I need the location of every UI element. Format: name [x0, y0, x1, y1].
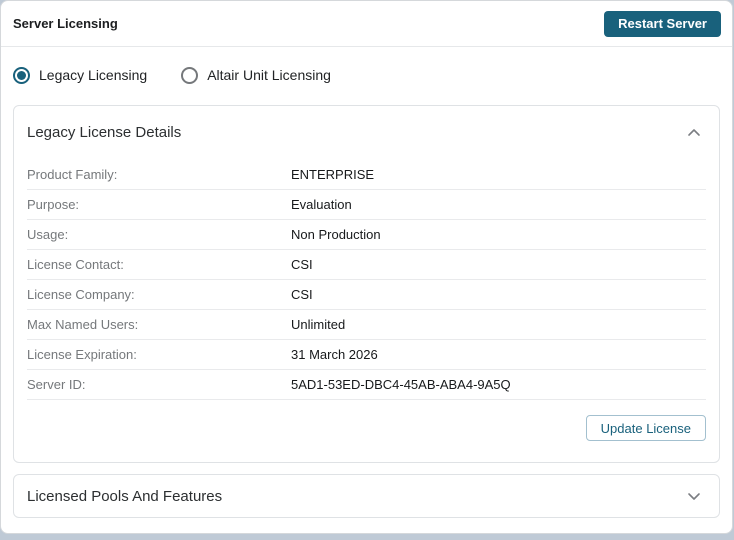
legacy-license-details-header[interactable]: Legacy License Details	[14, 106, 719, 158]
table-row: License Contact: CSI	[27, 250, 706, 280]
table-row: Max Named Users: Unlimited	[27, 310, 706, 340]
row-value: 5AD1-53ED-DBC4-45AB-ABA4-9A5Q	[291, 377, 511, 392]
section-title: Licensed Pools And Features	[27, 487, 223, 505]
section-title: Legacy License Details	[27, 123, 182, 141]
table-row: Purpose: Evaluation	[27, 190, 706, 220]
radio-label: Legacy Licensing	[39, 67, 148, 83]
restart-server-button[interactable]: Restart Server	[604, 10, 721, 37]
table-row: License Expiration: 31 March 2026	[27, 340, 706, 370]
row-label: License Company:	[27, 287, 135, 302]
server-licensing-panel: Server Licensing Restart Server Legacy L…	[0, 0, 733, 534]
legacy-license-details-card: Legacy License Details Product Family: E…	[13, 105, 720, 463]
table-row: License Company: CSI	[27, 280, 706, 310]
licensed-pools-header[interactable]: Licensed Pools And Features	[14, 475, 719, 517]
row-label: Server ID:	[27, 377, 86, 392]
radio-legacy-licensing[interactable]: Legacy Licensing	[13, 66, 148, 84]
license-details-table: Product Family: ENTERPRISE Purpose: Eval…	[27, 160, 706, 400]
row-value: 31 March 2026	[291, 347, 378, 362]
row-label: Product Family:	[27, 167, 118, 182]
row-value: Unlimited	[291, 317, 346, 332]
radio-altair-unit-licensing[interactable]: Altair Unit Licensing	[181, 66, 331, 84]
row-value: CSI	[291, 287, 313, 302]
licensing-mode-radio-group: Legacy Licensing Altair Unit Licensing	[1, 64, 732, 86]
radio-label: Altair Unit Licensing	[207, 67, 331, 83]
row-label: License Contact:	[27, 257, 124, 272]
table-row: Product Family: ENTERPRISE	[27, 160, 706, 190]
row-value: Non Production	[291, 227, 381, 242]
radio-selected-icon	[13, 66, 30, 84]
radio-unselected-icon	[181, 66, 199, 84]
update-license-button[interactable]: Update License	[585, 415, 706, 441]
row-value: Evaluation	[291, 197, 352, 212]
row-value: ENTERPRISE	[291, 167, 375, 182]
row-label: License Expiration:	[27, 347, 137, 362]
chevron-down-icon[interactable]	[687, 492, 701, 501]
chevron-up-icon[interactable]	[687, 128, 701, 137]
row-value: CSI	[291, 257, 313, 272]
licensed-pools-card: Licensed Pools And Features	[13, 474, 720, 518]
panel-header: Server Licensing Restart Server	[1, 1, 732, 47]
page-title: Server Licensing	[13, 16, 118, 31]
table-row: Usage: Non Production	[27, 220, 706, 250]
row-label: Max Named Users:	[27, 317, 139, 332]
card-actions: Update License	[14, 400, 719, 462]
row-label: Purpose:	[27, 197, 80, 212]
row-label: Usage:	[27, 227, 69, 242]
table-row: Server ID: 5AD1-53ED-DBC4-45AB-ABA4-9A5Q	[27, 370, 706, 400]
